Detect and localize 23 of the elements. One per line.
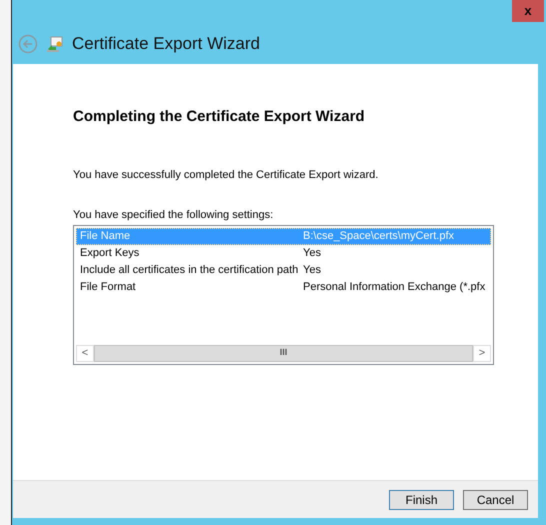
scroll-right-button[interactable]: > [473,344,491,362]
settings-row[interactable]: File Format Personal Information Exchange (*.pfx [76,278,491,296]
completion-message: You have successfully completed the Certificate Export wizard. [73,168,380,182]
window-title: Certificate Export Wizard [72,33,260,56]
settings-row[interactable]: Export Keys Yes [76,244,491,262]
certificate-icon [46,35,64,53]
setting-name: Include all certificates in the certification path [79,262,300,278]
setting-value: Yes [303,262,321,278]
finish-button[interactable]: Finish [389,490,454,510]
setting-name: File Name [79,228,132,244]
settings-label: You have specified the following settings: [73,208,274,223]
wizard-heading: Completing the Certificate Export Wizard [73,107,366,127]
setting-name: File Format [79,280,137,294]
setting-value: Personal Information Exchange (*.pfx [303,280,486,294]
scrollbar-thumb[interactable]: III [94,344,473,362]
setting-value: B:\cse_Space\certs\myCert.pfx [303,228,454,244]
setting-value: Yes [303,246,321,260]
scroll-left-button[interactable]: < [76,344,94,362]
horizontal-scrollbar[interactable]: < III > [76,344,491,362]
cancel-button[interactable]: Cancel [463,490,528,510]
close-button[interactable]: x [512,0,544,22]
settings-row[interactable]: Include all certificates in the certification path Yes [76,262,491,278]
setting-name: Export Keys [79,246,140,260]
